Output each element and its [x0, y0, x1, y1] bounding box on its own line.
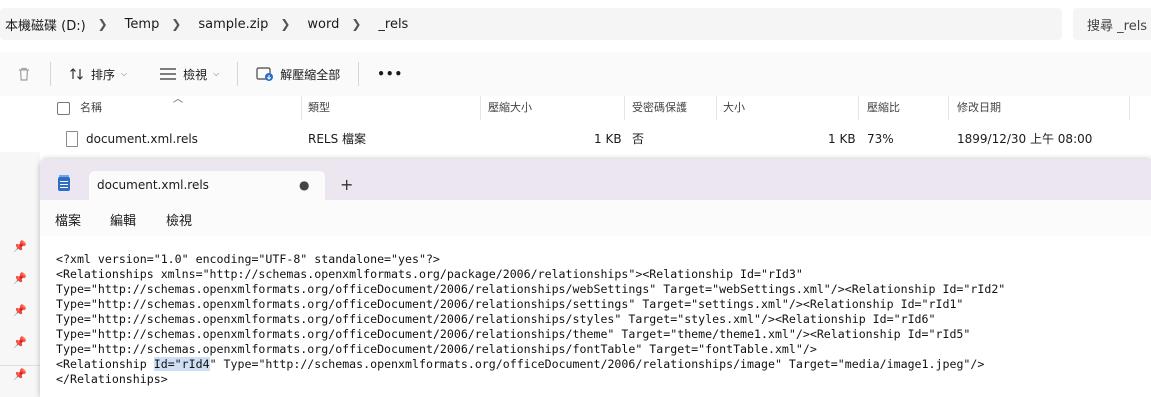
tab-document[interactable]: document.xml.rels ● — [89, 171, 325, 200]
menu-bar: 檔案 編輯 檢視 — [40, 200, 1151, 236]
text-editor[interactable]: <?xml version="1.0" encoding="UTF-8" sta… — [40, 236, 1151, 397]
sort-icon — [70, 68, 83, 80]
navigation-pane: 📌 📌 📌 📌 📌 — [0, 152, 40, 397]
column-header-row: ︿ 名稱 類型 壓縮大小 受密碼保護 大小 壓縮比 修改日期 — [0, 94, 1151, 120]
column-ratio[interactable]: 壓縮比 — [867, 96, 900, 120]
line-text: " Type="http://schemas.openxmlformats.or… — [209, 357, 985, 371]
more-icon: ••• — [377, 67, 404, 81]
breadcrumb-rels[interactable]: _rels — [373, 17, 408, 32]
chevron-right-icon: ❯ — [351, 17, 362, 31]
pin-icon[interactable]: 📌 — [13, 240, 27, 253]
breadcrumb-temp[interactable]: Temp — [120, 17, 160, 32]
address-bar[interactable]: 本機磁碟 (D:) ❯ Temp ❯ sample.zip ❯ word ❯ _… — [0, 8, 1062, 40]
editor-line: <Relationships xmlns="http://schemas.ope… — [56, 267, 803, 281]
menu-edit[interactable]: 編輯 — [110, 210, 136, 229]
column-divider[interactable] — [480, 96, 481, 120]
column-compressed-size[interactable]: 壓縮大小 — [488, 96, 532, 120]
view-list-icon — [160, 68, 177, 80]
breadcrumb-sample-zip[interactable]: sample.zip — [193, 17, 268, 32]
column-size[interactable]: 大小 — [723, 96, 745, 120]
column-divider[interactable] — [1129, 96, 1130, 120]
more-options-button[interactable]: ••• — [367, 59, 413, 89]
search-input[interactable]: 搜尋 _rels — [1073, 8, 1151, 40]
column-divider[interactable] — [858, 96, 859, 120]
editor-line: Type="http://schemas.openxmlformats.org/… — [56, 282, 1006, 296]
breadcrumb-drive[interactable]: 本機磁碟 (D:) — [0, 15, 86, 34]
pin-icon[interactable]: 📌 — [13, 336, 27, 349]
editor-line: Type="http://schemas.openxmlformats.org/… — [56, 297, 964, 311]
trash-icon — [19, 67, 29, 81]
file-icon — [66, 131, 78, 147]
pin-icon[interactable]: 📌 — [13, 368, 27, 381]
sort-label: 排序 — [91, 67, 116, 82]
new-tab-button[interactable]: + — [340, 175, 353, 194]
column-name[interactable]: 名稱 — [80, 96, 102, 120]
column-divider[interactable] — [716, 96, 717, 120]
column-divider[interactable] — [948, 96, 949, 120]
tab-title: document.xml.rels — [97, 178, 209, 192]
pin-icon[interactable]: 📌 — [13, 272, 27, 285]
column-divider[interactable] — [301, 96, 302, 120]
view-button[interactable]: 檢視 ⌵ — [149, 59, 229, 89]
toolbar-divider — [50, 62, 51, 86]
chevron-down-icon: ⌵ — [213, 69, 220, 78]
notepad-titlebar[interactable]: document.xml.rels ● + — [40, 159, 1151, 200]
file-modified: 1899/12/30 上午 08:00 — [957, 132, 1093, 146]
view-label: 檢視 — [183, 67, 208, 82]
extract-icon — [256, 67, 274, 81]
pin-icon[interactable]: 📌 — [13, 304, 27, 317]
chevron-right-icon: ❯ — [171, 17, 182, 31]
file-name: document.xml.rels — [86, 132, 198, 146]
breadcrumb-word[interactable]: word — [302, 17, 339, 32]
select-all-checkbox[interactable] — [57, 102, 70, 115]
file-ratio: 73% — [867, 132, 894, 146]
editor-line: <?xml version="1.0" encoding="UTF-8" sta… — [56, 252, 440, 266]
column-type[interactable]: 類型 — [308, 96, 330, 120]
text-selection: Id="rId4 — [153, 357, 210, 371]
file-size: 1 KB — [828, 132, 856, 146]
menu-view[interactable]: 檢視 — [166, 210, 192, 229]
file-password: 否 — [632, 132, 645, 146]
line-text: <Relationship — [56, 357, 154, 371]
chevron-right-icon: ❯ — [280, 17, 291, 31]
column-modified[interactable]: 修改日期 — [957, 96, 1001, 120]
notepad-app-icon — [58, 175, 70, 191]
sort-ascending-icon: ︿ — [173, 94, 183, 105]
notepad-window: document.xml.rels ● + 檔案 編輯 檢視 <?xml ver… — [40, 159, 1151, 397]
extract-all-label: 解壓縮全部 — [280, 67, 341, 82]
chevron-down-icon: ⌵ — [121, 69, 128, 78]
editor-line: </Relationships> — [56, 372, 168, 386]
nav-divider — [0, 365, 40, 366]
toolbar-divider — [358, 62, 360, 86]
sort-button[interactable]: 排序 ⌵ — [59, 59, 137, 89]
editor-line: Type="http://schemas.openxmlformats.org/… — [56, 312, 936, 326]
table-row[interactable]: document.xml.rels RELS 檔案 1 KB 否 1 KB 73… — [0, 126, 1151, 152]
editor-line: Type="http://schemas.openxmlformats.org/… — [56, 327, 971, 341]
column-divider[interactable] — [624, 96, 625, 120]
editor-line: Type="http://schemas.openxmlformats.org/… — [56, 342, 817, 356]
file-type: RELS 檔案 — [308, 132, 367, 146]
editor-line: <Relationship Id="rId4" Type="http://sch… — [56, 357, 984, 372]
unsaved-dot-icon[interactable]: ● — [299, 171, 309, 200]
menu-file[interactable]: 檔案 — [55, 210, 81, 229]
column-password[interactable]: 受密碼保護 — [632, 96, 687, 120]
delete-button[interactable] — [0, 59, 42, 89]
chevron-right-icon: ❯ — [97, 17, 108, 31]
file-compressed-size: 1 KB — [594, 132, 622, 146]
extract-all-button[interactable]: 解壓縮全部 — [246, 59, 350, 89]
toolbar-divider — [237, 62, 239, 86]
